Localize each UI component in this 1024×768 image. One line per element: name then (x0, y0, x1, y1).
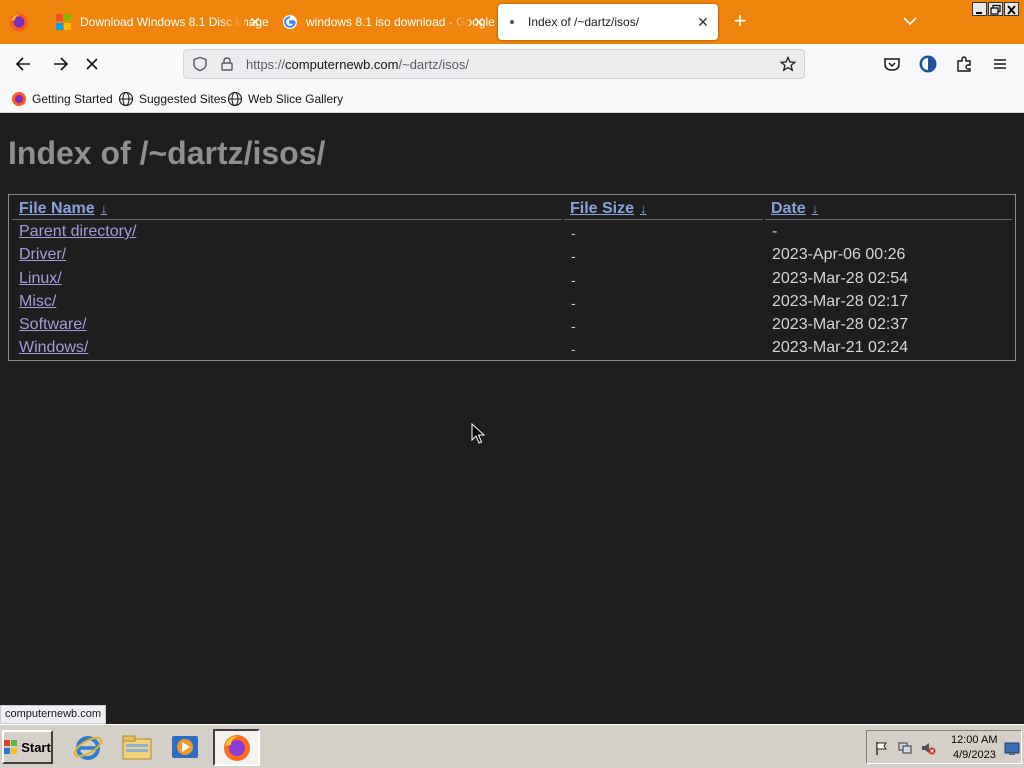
table-row: Software/ - 2023-Mar-28 02:37 (9, 316, 1015, 339)
file-size: - (571, 272, 576, 288)
url-host: computernewb.com (285, 57, 399, 72)
firefox-icon (12, 92, 26, 106)
page-content: Index of /~dartz/isos/ File Name ↓ File S… (0, 113, 1024, 724)
new-tab-button[interactable]: + (730, 10, 750, 32)
table-row: Linux/ - 2023-Mar-28 02:54 (9, 270, 1015, 293)
internet-explorer-icon[interactable] (71, 731, 105, 763)
bookmark-label: Web Slice Gallery (248, 92, 344, 106)
firefox-account-icon[interactable] (918, 54, 938, 74)
directory-listing-table: File Name ↓ File Size ↓ Date ↓ Parent direc… (8, 194, 1016, 361)
globe-icon (227, 91, 243, 107)
modified-date: 2023-Mar-28 02:17 (772, 293, 909, 310)
bookmark-suggested-sites[interactable]: Suggested Sites (118, 91, 226, 107)
file-size: - (571, 295, 576, 311)
firefox-menu-icon[interactable] (9, 12, 29, 32)
address-bar[interactable]: https://computernewb.com/~dartz/isos/ (183, 49, 805, 79)
lock-icon[interactable] (219, 56, 235, 72)
network-icon[interactable] (897, 740, 913, 756)
table-row: Misc/ - 2023-Mar-28 02:17 (9, 293, 1015, 316)
column-header-date[interactable]: Date ↓ (771, 200, 818, 218)
bookmark-label: Suggested Sites (139, 92, 227, 106)
globe-icon (118, 91, 134, 107)
directory-link[interactable]: Driver/ (19, 246, 66, 264)
bookmark-web-slice-gallery[interactable]: Web Slice Gallery (227, 91, 343, 107)
url-path: /~dartz/isos/ (398, 57, 469, 72)
show-desktop-icon[interactable] (1004, 740, 1020, 756)
directory-link[interactable]: Software/ (19, 316, 87, 334)
clock-date[interactable]: 4/9/2023 (953, 749, 996, 761)
hamburger-menu-icon[interactable] (990, 54, 1010, 74)
bookmarks-toolbar: Getting Started Suggested Sites Web Slic… (0, 84, 1024, 113)
url-scheme: https:// (246, 57, 286, 72)
sort-arrow-icon: ↓ (811, 201, 819, 216)
close-tab-icon[interactable]: ✕ (470, 13, 488, 31)
column-header-label: Date (771, 200, 806, 217)
tab-index-of-isos[interactable]: Index of /~dartz/isos/ ✕ (498, 4, 718, 40)
bookmark-star-icon[interactable] (780, 56, 796, 72)
modified-date: 2023-Mar-28 02:37 (772, 316, 909, 333)
column-header-file-name[interactable]: File Name ↓ (19, 200, 107, 218)
header-divider (12, 219, 1012, 220)
column-header-label: File Name (19, 200, 95, 217)
mouse-pointer-icon (471, 423, 485, 444)
taskbar: Start 12:00 AM 4/9/2023 (0, 724, 1024, 768)
windows-flag-icon (4, 740, 18, 754)
back-arrow-icon[interactable] (14, 54, 34, 74)
modified-date: 2023-Mar-28 02:54 (772, 270, 909, 287)
tab-strip: Download Windows 8.1 Disc Image ✕ window… (0, 0, 1024, 44)
media-player-icon[interactable] (168, 731, 202, 763)
tab-google-search[interactable]: windows 8.1 iso download - Google ✕ (274, 4, 494, 40)
link-status-url: computernewb.com (0, 705, 106, 724)
list-all-tabs-chevron-icon[interactable] (900, 11, 920, 31)
system-tray: 12:00 AM 4/9/2023 (866, 730, 1022, 764)
microsoft-logo-icon (56, 14, 72, 30)
start-button[interactable]: Start (2, 730, 53, 764)
directory-link[interactable]: Misc/ (19, 293, 56, 311)
directory-link[interactable]: Parent directory/ (19, 223, 136, 241)
close-tab-icon[interactable]: ✕ (246, 13, 264, 31)
bookmark-getting-started[interactable]: Getting Started (11, 91, 113, 107)
restore-button[interactable] (988, 2, 1003, 16)
pocket-icon[interactable] (882, 54, 902, 74)
stop-loading-icon[interactable] (82, 54, 102, 74)
extensions-puzzle-icon[interactable] (954, 54, 974, 74)
volume-muted-icon[interactable] (920, 740, 936, 756)
table-row: Windows/ - 2023-Mar-21 02:24 (9, 339, 1015, 362)
close-window-button[interactable] (1004, 2, 1019, 16)
bookmark-label: Getting Started (32, 92, 113, 106)
url-text[interactable]: https://computernewb.com/~dartz/isos/ (246, 57, 469, 72)
file-size: - (571, 318, 576, 334)
file-size: - (571, 341, 576, 357)
table-row: Parent directory/ - - (9, 223, 1015, 246)
modified-date: - (772, 223, 778, 240)
forward-arrow-icon[interactable] (50, 54, 70, 74)
navigation-toolbar: https://computernewb.com/~dartz/isos/ (0, 44, 1024, 84)
tracking-protection-shield-icon[interactable] (192, 56, 208, 72)
loading-icon (510, 20, 514, 24)
sort-arrow-icon: ↓ (100, 201, 108, 216)
page-title: Index of /~dartz/isos/ (8, 135, 326, 171)
minimize-button[interactable] (972, 2, 987, 16)
file-size: - (571, 248, 576, 264)
table-row: Driver/ - 2023-Apr-06 00:26 (9, 246, 1015, 269)
modified-date: 2023-Mar-21 02:24 (772, 339, 909, 356)
google-logo-icon (283, 15, 297, 29)
tab-download-windows[interactable]: Download Windows 8.1 Disc Image ✕ (48, 4, 270, 40)
start-label: Start (21, 739, 51, 755)
column-header-file-size[interactable]: File Size ↓ (570, 200, 647, 218)
clock-time[interactable]: 12:00 AM (951, 734, 997, 746)
firefox-taskbar-button[interactable] (213, 729, 260, 766)
close-tab-icon[interactable]: ✕ (694, 13, 712, 31)
tab-title: Index of /~dartz/isos/ (528, 15, 640, 29)
directory-link[interactable]: Linux/ (19, 270, 62, 288)
firefox-icon (224, 735, 250, 761)
column-header-label: File Size (570, 200, 635, 217)
sort-arrow-icon: ↓ (640, 201, 647, 216)
directory-link[interactable]: Windows/ (19, 339, 88, 357)
file-explorer-icon[interactable] (120, 731, 154, 763)
action-center-flag-icon[interactable] (874, 740, 890, 756)
modified-date: 2023-Apr-06 00:26 (772, 246, 906, 263)
file-size: - (571, 225, 576, 241)
